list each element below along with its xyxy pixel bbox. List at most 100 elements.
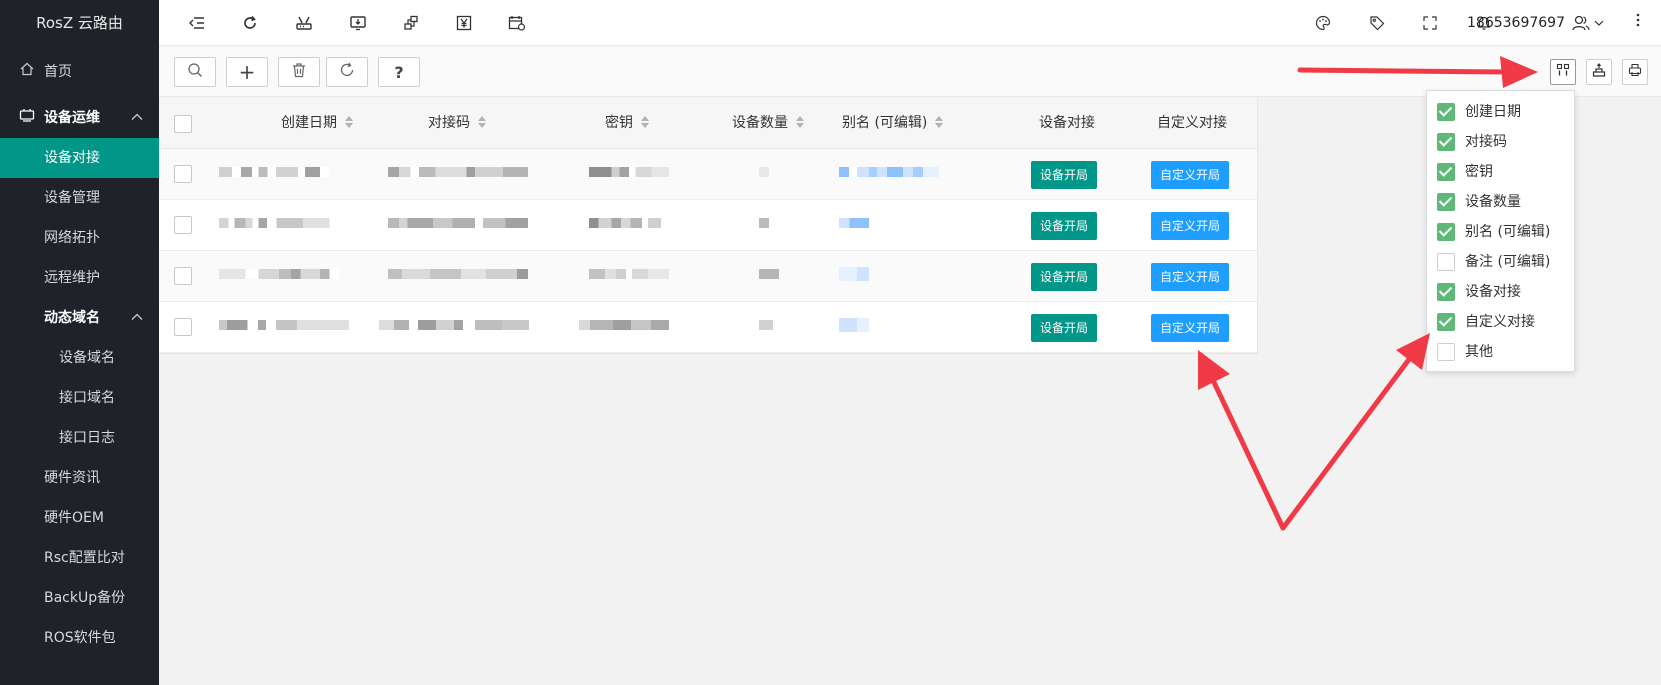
device-start-button[interactable]: 设备开局 bbox=[1031, 263, 1097, 291]
column-option-label: 自定义对接 bbox=[1465, 314, 1535, 330]
export-button[interactable] bbox=[1586, 59, 1612, 85]
row-checkbox[interactable] bbox=[174, 318, 192, 336]
device-count-cell bbox=[759, 218, 769, 228]
print-button[interactable] bbox=[1622, 59, 1648, 85]
refresh-icon[interactable] bbox=[239, 12, 261, 34]
created-date-cell bbox=[219, 320, 349, 330]
sidebar-item-ros-packages[interactable]: ROS软件包 bbox=[0, 618, 159, 658]
checkbox-checked[interactable] bbox=[1437, 283, 1455, 301]
network-icon[interactable] bbox=[400, 12, 422, 34]
alias-cell[interactable] bbox=[839, 318, 869, 332]
sidebar-item-ddns[interactable]: 动态域名 bbox=[0, 298, 159, 338]
table-row: 设备开局 自定义开局 bbox=[159, 200, 1257, 251]
sidebar-item-device-ops[interactable]: 设备运维 bbox=[0, 98, 159, 138]
sidebar-item-device-management[interactable]: 设备管理 bbox=[0, 178, 159, 218]
trash-icon bbox=[291, 62, 307, 82]
chevron-up-icon bbox=[131, 298, 143, 338]
fullscreen-icon[interactable] bbox=[1419, 12, 1441, 34]
created-date-cell bbox=[219, 218, 339, 228]
sidebar-item-label: 硬件OEM bbox=[44, 510, 104, 526]
sort-icon[interactable] bbox=[796, 116, 806, 128]
tag-icon[interactable] bbox=[1366, 12, 1388, 34]
table-row: 设备开局 自定义开局 bbox=[159, 251, 1257, 302]
add-button[interactable]: + bbox=[226, 57, 268, 87]
column-header-dock-code[interactable]: 对接码 bbox=[428, 98, 488, 149]
delete-button[interactable] bbox=[278, 57, 320, 87]
device-count-cell bbox=[759, 320, 773, 330]
select-all-checkbox[interactable] bbox=[174, 115, 192, 133]
alias-cell[interactable] bbox=[839, 167, 939, 177]
device-start-button[interactable]: 设备开局 bbox=[1031, 212, 1097, 240]
sidebar-item-hardware-info[interactable]: 硬件资讯 bbox=[0, 458, 159, 498]
user-icon[interactable] bbox=[1571, 12, 1591, 34]
row-checkbox[interactable] bbox=[174, 165, 192, 183]
secret-key-cell bbox=[589, 269, 669, 279]
device-count-cell bbox=[759, 167, 769, 177]
menu-toggle-icon[interactable] bbox=[186, 12, 208, 34]
device-start-button[interactable]: 设备开局 bbox=[1031, 161, 1097, 189]
row-checkbox[interactable] bbox=[174, 267, 192, 285]
created-date-cell bbox=[219, 167, 329, 177]
chevron-down-icon[interactable] bbox=[1593, 12, 1605, 34]
table-header: 创建日期 对接码 密钥 设备数量 别名 (可编辑) 设备对接 自定义对接 bbox=[159, 98, 1257, 149]
column-option-label: 其他 bbox=[1465, 344, 1493, 360]
row-checkbox[interactable] bbox=[174, 216, 192, 234]
alias-cell[interactable] bbox=[839, 218, 869, 228]
checkbox-checked[interactable] bbox=[1437, 313, 1455, 331]
dock-code-cell bbox=[388, 269, 528, 279]
column-filter-button[interactable] bbox=[1550, 59, 1576, 85]
sidebar-item-home[interactable]: 首页 bbox=[0, 52, 159, 92]
reload-button[interactable] bbox=[326, 57, 368, 87]
yen-icon[interactable] bbox=[453, 12, 475, 34]
router-icon[interactable] bbox=[293, 12, 315, 34]
column-header-alias[interactable]: 别名 (可编辑) bbox=[842, 98, 945, 149]
sidebar-item-label: 设备管理 bbox=[44, 190, 100, 206]
download-screen-icon[interactable] bbox=[347, 12, 369, 34]
more-icon[interactable] bbox=[1633, 12, 1643, 34]
sidebar-item-interface-domain[interactable]: 接口域名 bbox=[0, 378, 159, 418]
sort-icon[interactable] bbox=[345, 116, 355, 128]
sidebar-item-hardware-oem[interactable]: 硬件OEM bbox=[0, 498, 159, 538]
sort-icon[interactable] bbox=[478, 116, 488, 128]
checkbox-unchecked[interactable] bbox=[1437, 343, 1455, 361]
sidebar-item-label: 设备域名 bbox=[59, 350, 115, 366]
sidebar-item-label: 接口日志 bbox=[59, 430, 115, 446]
sort-icon[interactable] bbox=[641, 116, 651, 128]
checkbox-checked[interactable] bbox=[1437, 223, 1455, 241]
sidebar-item-network-topology[interactable]: 网络拓扑 bbox=[0, 218, 159, 258]
custom-start-button[interactable]: 自定义开局 bbox=[1151, 212, 1229, 240]
checkbox-unchecked[interactable] bbox=[1437, 253, 1455, 271]
alias-cell[interactable] bbox=[839, 267, 869, 281]
column-option-label: 设备对接 bbox=[1465, 284, 1521, 300]
help-button[interactable]: ? bbox=[378, 57, 420, 87]
sidebar-item-label: 远程维护 bbox=[44, 270, 100, 286]
username[interactable]: 18653697697 bbox=[1467, 12, 1565, 34]
column-header-created-date[interactable]: 创建日期 bbox=[281, 98, 355, 149]
column-option-label: 密钥 bbox=[1465, 164, 1493, 180]
refresh-icon bbox=[339, 62, 355, 82]
palette-icon[interactable] bbox=[1312, 12, 1334, 34]
sidebar-item-rsc-compare[interactable]: Rsc配置比对 bbox=[0, 538, 159, 578]
device-ops-icon bbox=[18, 98, 36, 138]
sort-icon[interactable] bbox=[935, 116, 945, 128]
checkbox-checked[interactable] bbox=[1437, 133, 1455, 151]
column-header-device-count[interactable]: 设备数量 bbox=[732, 98, 806, 149]
sidebar-item-remote-maintenance[interactable]: 远程维护 bbox=[0, 258, 159, 298]
column-option-label: 创建日期 bbox=[1465, 104, 1521, 120]
custom-start-button[interactable]: 自定义开局 bbox=[1151, 263, 1229, 291]
custom-start-button[interactable]: 自定义开局 bbox=[1151, 314, 1229, 342]
sidebar-item-device-domain[interactable]: 设备域名 bbox=[0, 338, 159, 378]
checkbox-checked[interactable] bbox=[1437, 193, 1455, 211]
sidebar-item-interface-log[interactable]: 接口日志 bbox=[0, 418, 159, 458]
custom-start-button[interactable]: 自定义开局 bbox=[1151, 161, 1229, 189]
sidebar-item-device-docking[interactable]: 设备对接 bbox=[0, 138, 159, 178]
search-button[interactable] bbox=[174, 57, 216, 87]
device-start-button[interactable]: 设备开局 bbox=[1031, 314, 1097, 342]
sidebar-item-backup[interactable]: BackUp备份 bbox=[0, 578, 159, 618]
column-header-secret-key[interactable]: 密钥 bbox=[605, 98, 651, 149]
column-header-custom-docking: 自定义对接 bbox=[1157, 115, 1227, 131]
checkbox-checked[interactable] bbox=[1437, 163, 1455, 181]
checkbox-checked[interactable] bbox=[1437, 103, 1455, 121]
calendar-icon[interactable] bbox=[506, 12, 528, 34]
dock-code-cell bbox=[388, 167, 528, 177]
